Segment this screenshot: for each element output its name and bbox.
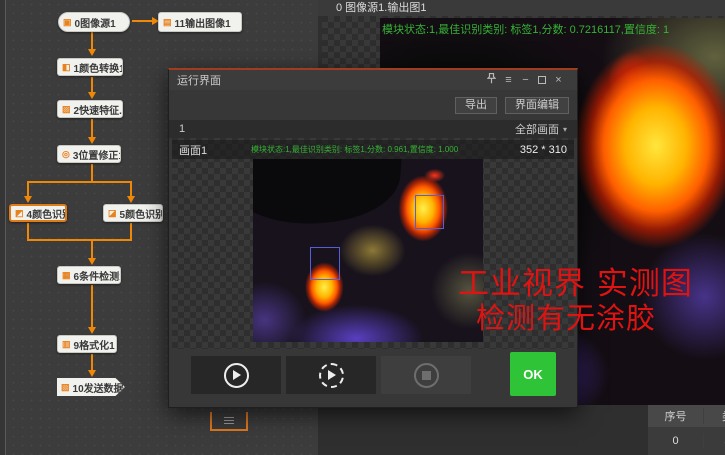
fast-feature-icon: ▨ xyxy=(62,105,71,114)
view-name-label: 画面1 xyxy=(179,142,251,158)
all-views-dropdown[interactable]: 全部画面 xyxy=(515,121,559,137)
node-label: 2快速特征... xyxy=(74,102,123,117)
edit-interface-button[interactable]: 界面编辑 xyxy=(505,97,569,114)
menu-icon[interactable]: ≡ xyxy=(500,74,517,86)
flow-node-color-detect-2[interactable]: ◪ 5颜色识别2 xyxy=(103,204,163,222)
col-index: 序号 xyxy=(648,408,703,424)
dialog-toolbar: 导出 界面编辑 xyxy=(169,90,577,120)
color-detect-icon: ◩ xyxy=(15,209,24,218)
image-source-icon: ▣ xyxy=(63,18,72,27)
page-number: 1 xyxy=(179,123,515,135)
table-row[interactable]: 0 标签1 0.722 xyxy=(648,427,725,455)
node-label: 1颜色转换1 xyxy=(74,60,123,75)
connector xyxy=(132,20,154,22)
node-label: 4颜色识别1 xyxy=(27,206,67,221)
send-data-icon: ▧ xyxy=(61,383,70,392)
flow-node-partially-hidden[interactable] xyxy=(210,412,248,431)
stop-button[interactable] xyxy=(381,356,471,394)
play-icon xyxy=(224,363,249,388)
node-label: 5颜色识别2 xyxy=(120,206,163,221)
connector xyxy=(91,119,93,137)
flow-node-condition-check[interactable]: ▦ 6条件检测1 xyxy=(57,266,121,284)
results-table-header: 序号 类别名 分数 xyxy=(648,405,725,427)
flow-node-position-fix[interactable]: ◎ 3位置修正1 xyxy=(57,145,121,163)
connector xyxy=(27,239,132,241)
chevron-down-icon: ▾ xyxy=(563,125,567,134)
flow-node-send-data[interactable]: ▧ 10发送数据1 xyxy=(57,378,125,396)
connector xyxy=(130,181,132,196)
node-label: 11输出图像1 xyxy=(175,15,231,30)
view-selector-bar: 1 全部画面 ▾ xyxy=(169,120,577,138)
arrowhead-icon xyxy=(88,137,96,144)
connector xyxy=(130,223,132,240)
connector xyxy=(27,181,29,196)
results-table[interactable]: 序号 类别名 分数 0 标签1 0.722 xyxy=(648,405,725,455)
arrowhead-icon xyxy=(88,92,96,99)
position-fix-icon: ◎ xyxy=(62,150,70,159)
module-status-text: 模块状态:1,最佳识别类别: 标签1,分数: 0.7216117,置信度: 1 xyxy=(382,21,669,37)
ok-button[interactable]: OK xyxy=(510,352,556,396)
condition-check-icon: ▦ xyxy=(62,271,71,280)
flow-node-fast-feature[interactable]: ▨ 2快速特征... xyxy=(57,100,123,118)
maximize-icon[interactable] xyxy=(538,76,546,84)
connector xyxy=(91,285,93,327)
connector xyxy=(91,77,93,92)
node-label: 10发送数据1 xyxy=(73,380,125,395)
flow-node-color-convert[interactable]: ◧ 1颜色转换1 xyxy=(57,58,123,76)
output-image-icon: ▤ xyxy=(163,18,172,27)
color-detect-icon: ◪ xyxy=(108,209,117,218)
shadow-occluder xyxy=(253,159,403,230)
dialog-title: 运行界面 xyxy=(177,72,483,88)
watermark-line2: 检测有无涂胶 xyxy=(476,295,656,337)
close-icon[interactable]: × xyxy=(550,74,567,86)
connector xyxy=(91,354,93,370)
connector xyxy=(91,241,93,258)
arrowhead-icon xyxy=(88,327,96,334)
minimize-icon[interactable]: − xyxy=(517,74,534,86)
connector xyxy=(27,181,132,183)
dialog-titlebar[interactable]: 运行界面 ≡ − × xyxy=(169,70,577,90)
loop-play-icon xyxy=(319,363,344,388)
resolution-label: 352 * 310 xyxy=(520,144,567,156)
connector xyxy=(91,164,93,182)
image-overlay-band: 画面1 模块状态:1,最佳识别类别: 标签1,分数: 0.961,置信度: 1.… xyxy=(172,140,574,159)
col-class: 类别名 xyxy=(703,408,725,424)
arrowhead-icon xyxy=(88,370,96,377)
node-label: 6条件检测1 xyxy=(74,268,121,283)
flow-node-color-detect-1[interactable]: ◩ 4颜色识别1 xyxy=(9,204,67,222)
pin-icon[interactable] xyxy=(483,73,500,87)
cell-index: 0 xyxy=(648,435,703,447)
stop-icon xyxy=(414,363,439,388)
connector xyxy=(91,32,93,49)
node-label: 0图像源1 xyxy=(75,15,116,30)
results-band: 序号 类别名 分数 0 标签1 0.722 区域 色相 模型 xyxy=(648,405,725,455)
viewer-title: 0 图像源1.输出图1 xyxy=(318,0,725,16)
color-convert-icon: ◧ xyxy=(62,63,71,72)
node-label: 9格式化1 xyxy=(74,337,115,352)
node-label: 3位置修正1 xyxy=(73,147,121,162)
detection-box-1 xyxy=(415,195,444,229)
dialog-status-text: 模块状态:1,最佳识别类别: 标签1,分数: 0.961,置信度: 1.000 xyxy=(251,144,520,155)
arrowhead-icon xyxy=(88,258,96,265)
flow-node-image-source[interactable]: ▣ 0图像源1 xyxy=(58,12,130,32)
flow-node-format[interactable]: ▥ 9格式化1 xyxy=(57,335,117,353)
cell-class: 标签1 xyxy=(703,433,725,449)
run-loop-button[interactable] xyxy=(286,356,376,394)
detection-photo xyxy=(253,159,483,342)
flow-node-output-image[interactable]: ▤ 11输出图像1 xyxy=(158,12,242,32)
connector xyxy=(27,223,29,240)
arrowhead-icon xyxy=(24,196,32,203)
detection-box-2 xyxy=(310,247,340,280)
arrowhead-icon xyxy=(88,49,96,56)
dialog-controls: OK xyxy=(169,349,577,410)
run-once-button[interactable] xyxy=(191,356,281,394)
run-interface-dialog: 运行界面 ≡ − × 导出 界面编辑 1 全部画面 ▾ 画面1 模块状态:1,最… xyxy=(168,68,578,408)
panel-edge xyxy=(0,0,6,455)
export-button[interactable]: 导出 xyxy=(455,97,497,114)
arrowhead-icon xyxy=(127,196,135,203)
app-window: ▣ 0图像源1 ▤ 11输出图像1 ◧ 1颜色转换1 ▨ 2快速特征... ◎ … xyxy=(0,0,725,455)
format-icon: ▥ xyxy=(62,340,71,349)
